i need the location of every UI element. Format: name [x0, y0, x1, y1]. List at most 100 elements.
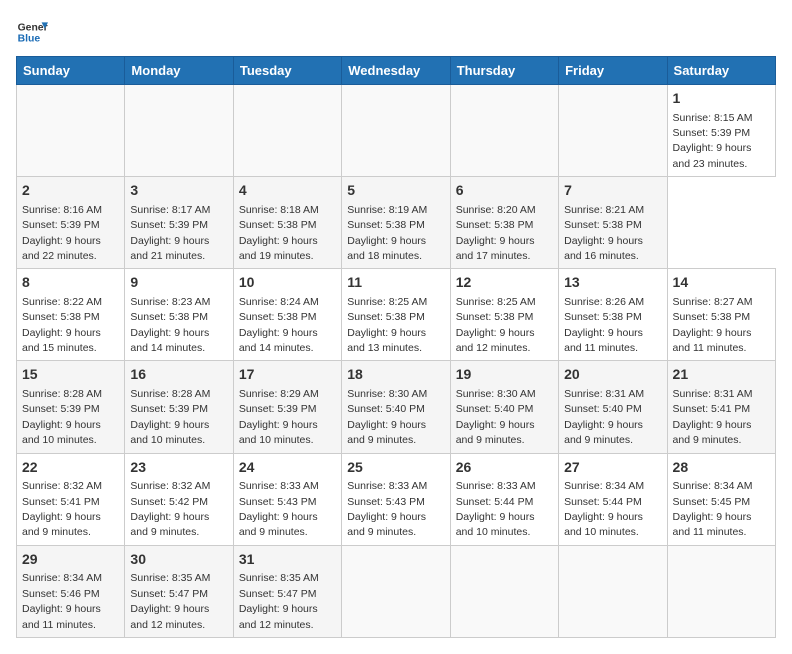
calendar-day-cell: 1Sunrise: 8:15 AMSunset: 5:39 PMDaylight… [667, 85, 775, 177]
calendar-header-cell: Saturday [667, 57, 775, 85]
day-number: 1 [673, 89, 770, 109]
calendar-day-cell: 25Sunrise: 8:33 AMSunset: 5:43 PMDayligh… [342, 453, 450, 545]
day-number: 4 [239, 181, 336, 201]
calendar-day-cell: 18 Sunrise: 8:30 AMSunset: 5:40 PMDayligh… [342, 361, 450, 453]
calendar-day-cell: 12Sunrise: 8:25 AMSunset: 5:38 PMDayligh… [450, 269, 558, 361]
day-info: Sunrise: 8:31 AMSunset: 5:40 PMDaylight:… [564, 388, 644, 446]
logo-icon: General Blue [16, 16, 48, 48]
calendar-header-cell: Tuesday [233, 57, 341, 85]
day-number: 12 [456, 273, 553, 293]
day-info: Sunrise: 8:29 AMSunset: 5:39 PMDaylight:… [239, 388, 319, 446]
day-info: Sunrise: 8:33 AMSunset: 5:44 PMDaylight:… [456, 480, 536, 538]
calendar-day-cell: 16Sunrise: 8:28 AMSunset: 5:39 PMDayligh… [125, 361, 233, 453]
day-info: Sunrise: 8:24 AMSunset: 5:38 PMDaylight:… [239, 296, 319, 354]
calendar-day-cell: 4 Sunrise: 8:18 AMSunset: 5:38 PMDaylight… [233, 177, 341, 269]
day-number: 2 [22, 181, 119, 201]
day-number: 21 [673, 365, 770, 385]
calendar-header-row: SundayMondayTuesdayWednesdayThursdayFrid… [17, 57, 776, 85]
day-number: 14 [673, 273, 770, 293]
calendar-week-row: 22Sunrise: 8:32 AMSunset: 5:41 PMDayligh… [17, 453, 776, 545]
calendar-day-cell: 31Sunrise: 8:35 AMSunset: 5:47 PMDayligh… [233, 545, 341, 637]
calendar-day-cell: 10Sunrise: 8:24 AMSunset: 5:38 PMDayligh… [233, 269, 341, 361]
calendar-empty-cell [559, 85, 667, 177]
day-number: 23 [130, 458, 227, 478]
calendar-day-cell: 3 Sunrise: 8:17 AMSunset: 5:39 PMDaylight… [125, 177, 233, 269]
calendar-body: 1Sunrise: 8:15 AMSunset: 5:39 PMDaylight… [17, 85, 776, 638]
calendar-day-cell: 11 Sunrise: 8:25 AMSunset: 5:38 PMDayligh… [342, 269, 450, 361]
day-number: 30 [130, 550, 227, 570]
day-number: 15 [22, 365, 119, 385]
day-info: Sunrise: 8:16 AMSunset: 5:39 PMDaylight:… [22, 204, 102, 262]
day-info: Sunrise: 8:34 AMSunset: 5:46 PMDaylight:… [22, 572, 102, 630]
calendar-week-row: 15 Sunrise: 8:28 AMSunset: 5:39 PMDayligh… [17, 361, 776, 453]
day-info: Sunrise: 8:18 AMSunset: 5:38 PMDaylight:… [239, 204, 319, 262]
svg-text:Blue: Blue [18, 34, 41, 45]
calendar-day-cell: 23Sunrise: 8:32 AMSunset: 5:42 PMDayligh… [125, 453, 233, 545]
day-info: Sunrise: 8:31 AMSunset: 5:41 PMDaylight:… [673, 388, 753, 446]
calendar-day-cell: 20 Sunrise: 8:31 AMSunset: 5:40 PMDayligh… [559, 361, 667, 453]
calendar-day-cell: 27Sunrise: 8:34 AMSunset: 5:44 PMDayligh… [559, 453, 667, 545]
day-number: 24 [239, 458, 336, 478]
calendar-day-cell: 29Sunrise: 8:34 AMSunset: 5:46 PMDayligh… [17, 545, 125, 637]
day-info: Sunrise: 8:32 AMSunset: 5:42 PMDaylight:… [130, 480, 210, 538]
calendar-header-cell: Friday [559, 57, 667, 85]
day-info: Sunrise: 8:32 AMSunset: 5:41 PMDaylight:… [22, 480, 102, 538]
day-number: 6 [456, 181, 553, 201]
day-number: 25 [347, 458, 444, 478]
calendar-header-cell: Monday [125, 57, 233, 85]
calendar-empty-cell [559, 545, 667, 637]
day-info: Sunrise: 8:30 AMSunset: 5:40 PMDaylight:… [347, 388, 427, 446]
calendar-header-cell: Sunday [17, 57, 125, 85]
day-number: 19 [456, 365, 553, 385]
calendar-day-cell: 26Sunrise: 8:33 AMSunset: 5:44 PMDayligh… [450, 453, 558, 545]
day-number: 26 [456, 458, 553, 478]
calendar-week-row: 1Sunrise: 8:15 AMSunset: 5:39 PMDaylight… [17, 85, 776, 177]
logo: General Blue [16, 16, 52, 48]
calendar-empty-cell [125, 85, 233, 177]
day-info: Sunrise: 8:21 AMSunset: 5:38 PMDaylight:… [564, 204, 644, 262]
day-info: Sunrise: 8:28 AMSunset: 5:39 PMDaylight:… [22, 388, 102, 446]
day-number: 31 [239, 550, 336, 570]
calendar-empty-cell [450, 545, 558, 637]
calendar-table: SundayMondayTuesdayWednesdayThursdayFrid… [16, 56, 776, 638]
calendar-day-cell: 5 Sunrise: 8:19 AMSunset: 5:38 PMDaylight… [342, 177, 450, 269]
day-info: Sunrise: 8:20 AMSunset: 5:38 PMDaylight:… [456, 204, 536, 262]
day-info: Sunrise: 8:33 AMSunset: 5:43 PMDaylight:… [347, 480, 427, 538]
calendar-day-cell: 9Sunrise: 8:23 AMSunset: 5:38 PMDaylight… [125, 269, 233, 361]
calendar-day-cell: 13Sunrise: 8:26 AMSunset: 5:38 PMDayligh… [559, 269, 667, 361]
day-info: Sunrise: 8:28 AMSunset: 5:39 PMDaylight:… [130, 388, 210, 446]
day-number: 17 [239, 365, 336, 385]
day-info: Sunrise: 8:25 AMSunset: 5:38 PMDaylight:… [347, 296, 427, 354]
calendar-week-row: 29Sunrise: 8:34 AMSunset: 5:46 PMDayligh… [17, 545, 776, 637]
calendar-empty-cell [342, 85, 450, 177]
day-info: Sunrise: 8:34 AMSunset: 5:45 PMDaylight:… [673, 480, 753, 538]
calendar-day-cell: 30Sunrise: 8:35 AMSunset: 5:47 PMDayligh… [125, 545, 233, 637]
calendar-day-cell: 17 Sunrise: 8:29 AMSunset: 5:39 PMDayligh… [233, 361, 341, 453]
day-number: 28 [673, 458, 770, 478]
calendar-day-cell: 8Sunrise: 8:22 AMSunset: 5:38 PMDaylight… [17, 269, 125, 361]
calendar-week-row: 8Sunrise: 8:22 AMSunset: 5:38 PMDaylight… [17, 269, 776, 361]
day-number: 3 [130, 181, 227, 201]
day-number: 5 [347, 181, 444, 201]
day-number: 27 [564, 458, 661, 478]
day-number: 7 [564, 181, 661, 201]
day-info: Sunrise: 8:27 AMSunset: 5:38 PMDaylight:… [673, 296, 753, 354]
calendar-week-row: 2 Sunrise: 8:16 AMSunset: 5:39 PMDaylight… [17, 177, 776, 269]
day-info: Sunrise: 8:30 AMSunset: 5:40 PMDaylight:… [456, 388, 536, 446]
calendar-day-cell: 28Sunrise: 8:34 AMSunset: 5:45 PMDayligh… [667, 453, 775, 545]
calendar-day-cell: 24Sunrise: 8:33 AMSunset: 5:43 PMDayligh… [233, 453, 341, 545]
day-info: Sunrise: 8:19 AMSunset: 5:38 PMDaylight:… [347, 204, 427, 262]
calendar-day-cell: 2 Sunrise: 8:16 AMSunset: 5:39 PMDaylight… [17, 177, 125, 269]
calendar-empty-cell [667, 545, 775, 637]
day-number: 11 [347, 273, 444, 293]
day-number: 20 [564, 365, 661, 385]
calendar-day-cell: 14 Sunrise: 8:27 AMSunset: 5:38 PMDayligh… [667, 269, 775, 361]
calendar-header-cell: Thursday [450, 57, 558, 85]
day-number: 13 [564, 273, 661, 293]
calendar-day-cell: 7 Sunrise: 8:21 AMSunset: 5:38 PMDaylight… [559, 177, 667, 269]
day-number: 18 [347, 365, 444, 385]
day-number: 29 [22, 550, 119, 570]
calendar-day-cell: 6 Sunrise: 8:20 AMSunset: 5:38 PMDaylight… [450, 177, 558, 269]
day-info: Sunrise: 8:17 AMSunset: 5:39 PMDaylight:… [130, 204, 210, 262]
day-number: 22 [22, 458, 119, 478]
